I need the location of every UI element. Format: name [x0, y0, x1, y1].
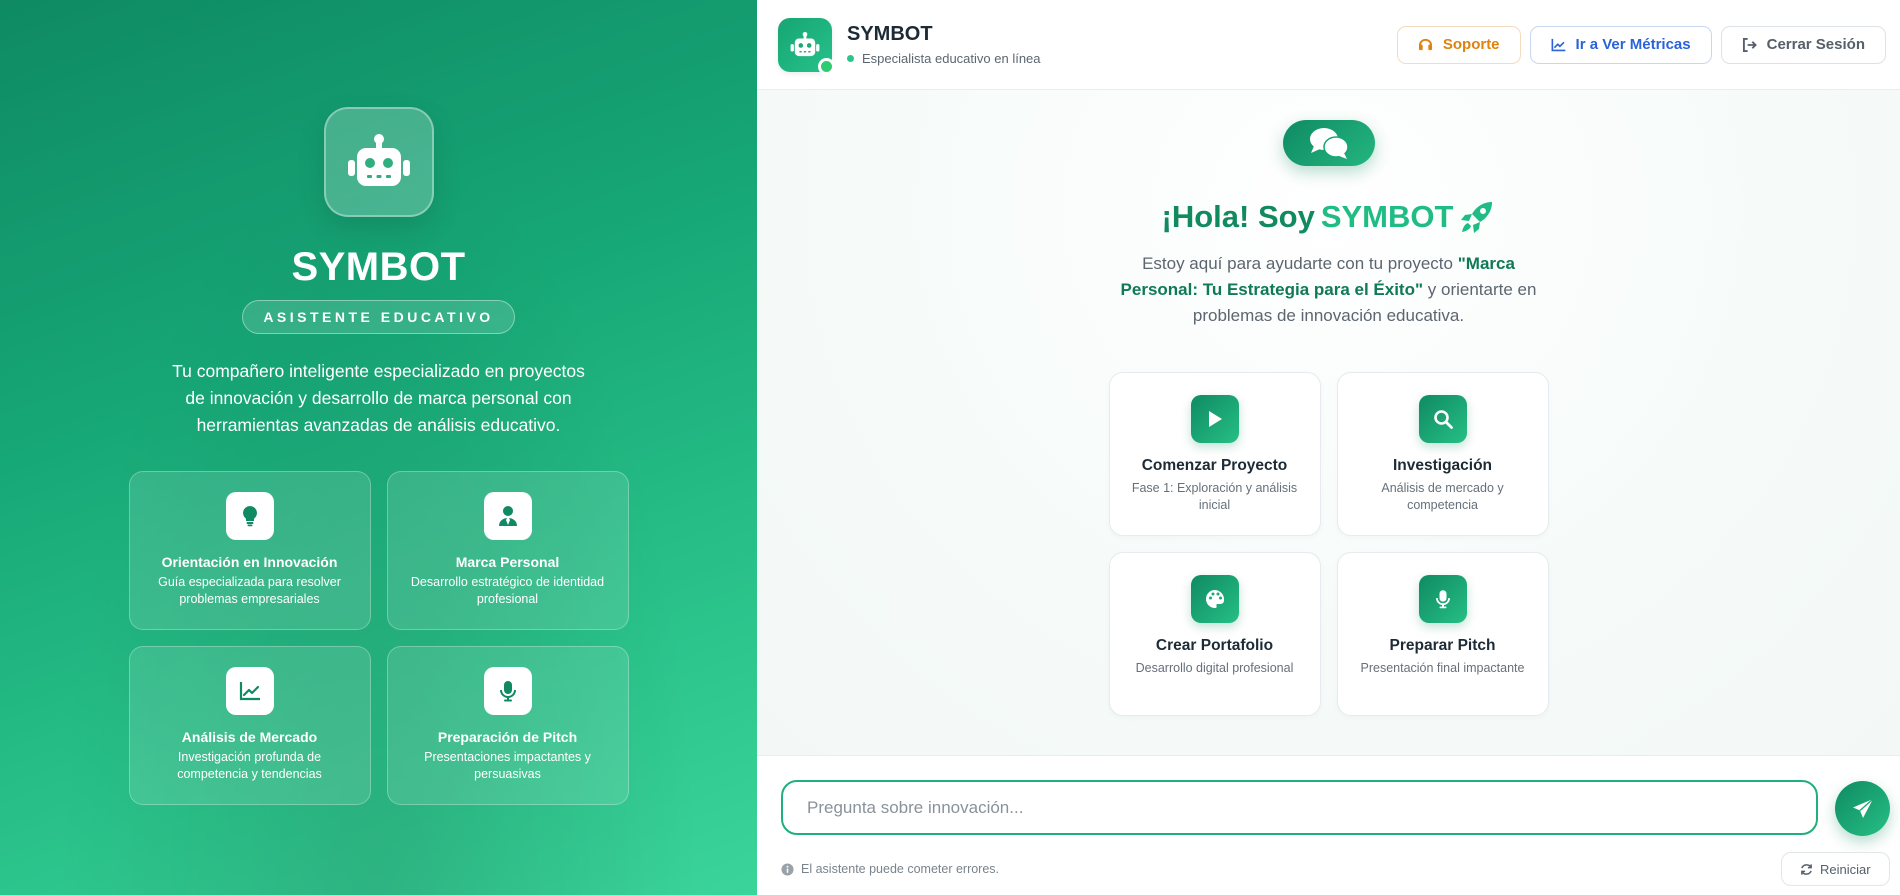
feature-title: Análisis de Mercado [181, 729, 318, 745]
logout-button[interactable]: Cerrar Sesión [1720, 25, 1886, 64]
brand-title: SYMBOT [291, 245, 466, 289]
greeting-name: SYMBOT [1320, 199, 1454, 234]
quick-action-portfolio[interactable]: Crear Portafolio Desarrollo digital prof… [1108, 552, 1321, 716]
palette-icon [1190, 575, 1239, 623]
metrics-button[interactable]: Ir a Ver Métricas [1529, 25, 1712, 64]
reset-label: Reiniciar [1820, 861, 1871, 877]
status-text: Especialista educativo en línea [862, 51, 1041, 66]
rocket-icon [1461, 202, 1493, 233]
quick-action-pitch[interactable]: Preparar Pitch Presentación final impact… [1336, 552, 1549, 716]
disclaimer: El asistente puede cometer errores. [781, 862, 999, 876]
feature-desc: Guía especializada para resolver problem… [158, 575, 341, 606]
disclaimer-text: El asistente puede cometer errores. [801, 862, 1000, 876]
quick-action-desc: Fase 1: Exploración y análisis inicial [1131, 481, 1298, 512]
info-circle-icon [781, 862, 794, 876]
chat-panel: SYMBOT Especialista educativo en línea S… [757, 0, 1900, 895]
feature-desc: Desarrollo estratégico de identidad prof… [410, 575, 605, 606]
message-composer: El asistente puede cometer errores. Rein… [757, 755, 1900, 895]
play-icon [1190, 395, 1239, 443]
feature-card-personal-brand: Marca Personal Desarrollo estratégico de… [386, 471, 629, 630]
greeting-prefix: ¡Hola! Soy [1161, 199, 1315, 234]
greeting-heading: ¡Hola! Soy SYMBOT [1162, 199, 1496, 235]
headset-icon [1418, 38, 1432, 51]
quick-action-title: Crear Portafolio [1155, 637, 1274, 654]
chat-title: SYMBOT [847, 23, 933, 45]
brand-panel: SYMBOT ASISTENTE EDUCATIVO Tu compañero … [0, 0, 757, 895]
chart-line-icon [1551, 38, 1565, 51]
quick-action-desc: Análisis de mercado y competencia [1381, 481, 1504, 512]
message-input[interactable] [781, 780, 1818, 835]
refresh-icon [1801, 863, 1812, 875]
feature-title: Orientación en Innovación [161, 554, 338, 570]
search-icon [1418, 395, 1467, 443]
robot-icon [323, 107, 434, 217]
intro-before: Estoy aquí para ayudarte con tu proyecto [1142, 254, 1453, 273]
status-line: Especialista educativo en línea [847, 51, 1041, 66]
reset-button[interactable]: Reiniciar [1781, 852, 1890, 886]
brand-description: Tu compañero inteligente especializado e… [172, 361, 585, 435]
feature-title: Preparación de Pitch [437, 729, 578, 745]
quick-action-desc: Desarrollo digital profesional [1135, 661, 1294, 675]
user-tie-icon [483, 492, 532, 540]
online-indicator [818, 57, 835, 75]
sign-out-icon [1742, 37, 1757, 52]
feature-title: Marca Personal [455, 554, 560, 570]
chart-line-icon [225, 667, 274, 715]
quick-action-desc: Presentación final impactante [1360, 661, 1525, 675]
support-button[interactable]: Soporte [1396, 25, 1521, 64]
status-dot-icon [847, 55, 854, 62]
metrics-label: Ir a Ver Métricas [1575, 36, 1691, 53]
microphone-icon [483, 667, 532, 715]
feature-desc: Presentaciones impactantes y persuasivas [424, 750, 591, 781]
feature-card-pitch: Preparación de Pitch Presentaciones impa… [386, 646, 629, 805]
chat-header: SYMBOT Especialista educativo en línea S… [757, 0, 1900, 90]
logout-label: Cerrar Sesión [1766, 36, 1865, 53]
lightbulb-icon [225, 492, 274, 540]
comments-icon [1282, 120, 1375, 166]
robot-icon [790, 31, 820, 56]
support-label: Soporte [1442, 36, 1500, 53]
send-button[interactable] [1835, 781, 1890, 836]
intro-text: Estoy aquí para ayudarte con tu proyecto… [1114, 251, 1544, 329]
quick-action-start-project[interactable]: Comenzar Proyecto Fase 1: Exploración y … [1108, 372, 1321, 536]
feature-grid: Orientación en Innovación Guía especiali… [128, 471, 629, 805]
brand-subtitle-badge: ASISTENTE EDUCATIVO [242, 300, 515, 334]
quick-actions-grid: Comenzar Proyecto Fase 1: Exploración y … [1108, 372, 1549, 716]
bot-avatar [778, 17, 835, 75]
welcome-area: ¡Hola! Soy SYMBOT Estoy aquí para ayudar… [757, 90, 1900, 755]
quick-action-title: Preparar Pitch [1389, 637, 1496, 654]
feature-desc: Investigación profunda de competencia y … [177, 750, 322, 781]
paper-plane-icon [1852, 797, 1873, 818]
quick-action-title: Comenzar Proyecto [1141, 457, 1288, 474]
microphone-icon [1418, 575, 1467, 623]
quick-action-research[interactable]: Investigación Análisis de mercado y comp… [1336, 372, 1549, 536]
quick-action-title: Investigación [1392, 457, 1493, 474]
feature-card-market-analysis: Análisis de Mercado Investigación profun… [128, 646, 371, 805]
feature-card-innovation: Orientación en Innovación Guía especiali… [128, 471, 371, 630]
